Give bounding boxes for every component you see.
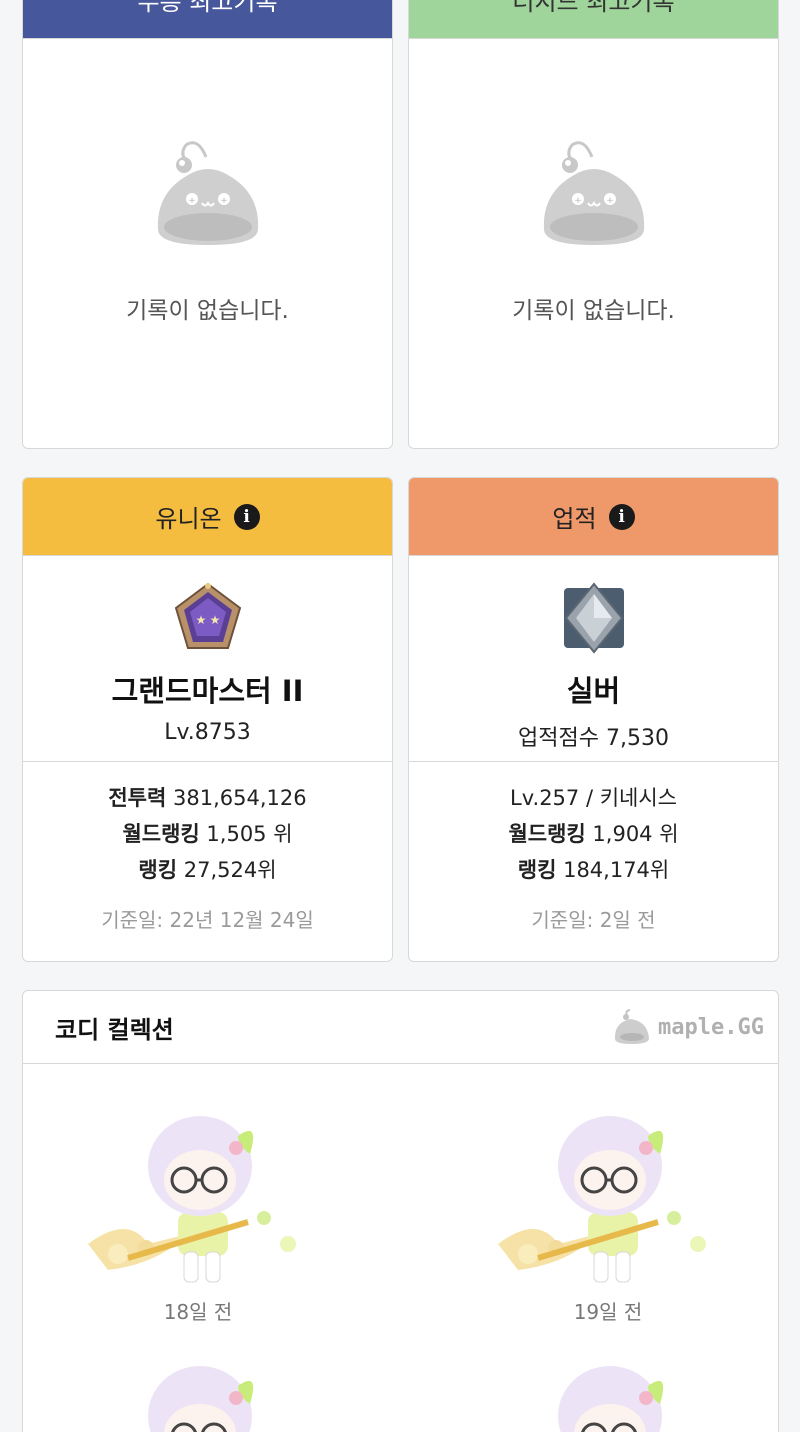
union-title: 유니온 (155, 505, 222, 533)
character-avatar (558, 1366, 664, 1432)
union-rank-label: 랭킹 (138, 858, 178, 882)
union-power-value: 381,654,126 (173, 786, 307, 810)
silver-badge-icon (563, 582, 624, 654)
achievement-date: 기준일: 2일 전 (531, 908, 656, 932)
achievement-world-rank-row: 월드랭킹 1,904 위 (508, 816, 678, 852)
svg-text:★: ★ (195, 613, 206, 627)
info-icon[interactable]: i (233, 503, 260, 530)
achievement-score: 업적점수 7,530 (518, 726, 669, 751)
codi-item[interactable]: 18일 전 (83, 1094, 313, 1325)
svg-text:+: + (188, 196, 196, 206)
achievement-world-rank-label: 월드랭킹 (508, 822, 586, 846)
union-level: Lv.8753 (164, 720, 251, 745)
mureung-title: 무릉 최고기록 (137, 0, 278, 16)
codi-item-label: 18일 전 (163, 1300, 233, 1324)
achievement-title: 업적 (552, 505, 597, 533)
grandmaster-badge-icon: ★ ★ (174, 582, 241, 649)
union-header: 유니온 i (23, 478, 392, 556)
union-rank-row: 랭킹 27,524위 (138, 852, 276, 888)
union-world-rank-row: 월드랭킹 1,505 위 (122, 816, 292, 852)
mureung-empty-text: 기록이 없습니다. (126, 298, 289, 324)
slime-icon: + + (543, 141, 644, 245)
codi-item-label: 19일 전 (573, 1300, 643, 1324)
mureung-record-card: 무릉 최고기록 + + 기록이 없습니다. (22, 0, 393, 449)
codi-grid: 18일 전 19일 전 (23, 1064, 778, 1432)
svg-text:+: + (574, 196, 582, 206)
achievement-grade-section: 실버 업적점수 7,530 (409, 556, 778, 762)
achievement-rank-row: 랭킹 184,174위 (518, 852, 670, 888)
theseed-record-card: 더시드 최고기록 + + 기록이 없습니다. (408, 0, 779, 449)
union-grade: 그랜드마스터 II (111, 674, 304, 708)
achievement-card: 업적 i 실버 업적점수 7,530 Lv.257 / 키네시스 월드랭킹 1,… (408, 477, 779, 962)
theseed-empty-text: 기록이 없습니다. (512, 298, 675, 324)
achievement-rank-value: 184,174위 (563, 858, 670, 882)
theseed-header: 더시드 최고기록 (409, 0, 778, 39)
union-date: 기준일: 22년 12월 24일 (101, 908, 314, 932)
union-power-row: 전투력 381,654,126 (108, 780, 306, 816)
slime-logo-icon (614, 1009, 650, 1044)
character-avatar (148, 1366, 254, 1432)
union-card: 유니온 i ★ ★ 그랜드마스터 II Lv.8753 전투력 381,654,… (22, 477, 393, 962)
achievement-rank-label: 랭킹 (517, 858, 557, 882)
codi-header: 코디 컬렉션 maple.GG (23, 991, 778, 1064)
info-icon[interactable]: i (608, 503, 635, 530)
mureung-header: 무릉 최고기록 (23, 0, 392, 39)
union-power-label: 전투력 (108, 786, 167, 810)
achievement-stats: Lv.257 / 키네시스 월드랭킹 1,904 위 랭킹 184,174위 기… (409, 762, 778, 933)
achievement-level-world: Lv.257 / 키네시스 (510, 786, 677, 810)
achievement-world-rank-value: 1,904 위 (592, 822, 679, 846)
slime-icon: + + (157, 141, 258, 245)
codi-title: 코디 컬렉션 (55, 1015, 174, 1044)
codi-collection-card: 코디 컬렉션 maple.GG 18일 전 19일 전 (22, 990, 779, 1432)
union-rank-value: 27,524위 (183, 858, 277, 882)
union-grade-section: ★ ★ 그랜드마스터 II Lv.8753 (23, 556, 392, 762)
codi-item[interactable] (83, 1344, 313, 1432)
mureung-empty-state: + + 기록이 없습니다. (23, 39, 392, 325)
achievement-grade: 실버 (566, 674, 621, 708)
codi-item[interactable]: 19일 전 (493, 1094, 723, 1325)
brand-text: maple.GG (658, 1014, 764, 1040)
theseed-title: 더시드 최고기록 (512, 0, 675, 16)
theseed-empty-state: + + 기록이 없습니다. (409, 39, 778, 325)
svg-text:+: + (220, 196, 228, 206)
maplegg-logo: maple.GG (612, 1009, 764, 1045)
codi-item[interactable] (493, 1344, 723, 1432)
union-world-rank-label: 월드랭킹 (122, 822, 200, 846)
union-stats: 전투력 381,654,126 월드랭킹 1,505 위 랭킹 27,524위 … (23, 762, 392, 933)
union-world-rank-value: 1,505 위 (206, 822, 293, 846)
svg-text:+: + (606, 196, 614, 206)
character-avatar (498, 1116, 706, 1283)
achievement-header: 업적 i (409, 478, 778, 556)
character-avatar (88, 1116, 296, 1283)
svg-text:★: ★ (209, 613, 220, 627)
